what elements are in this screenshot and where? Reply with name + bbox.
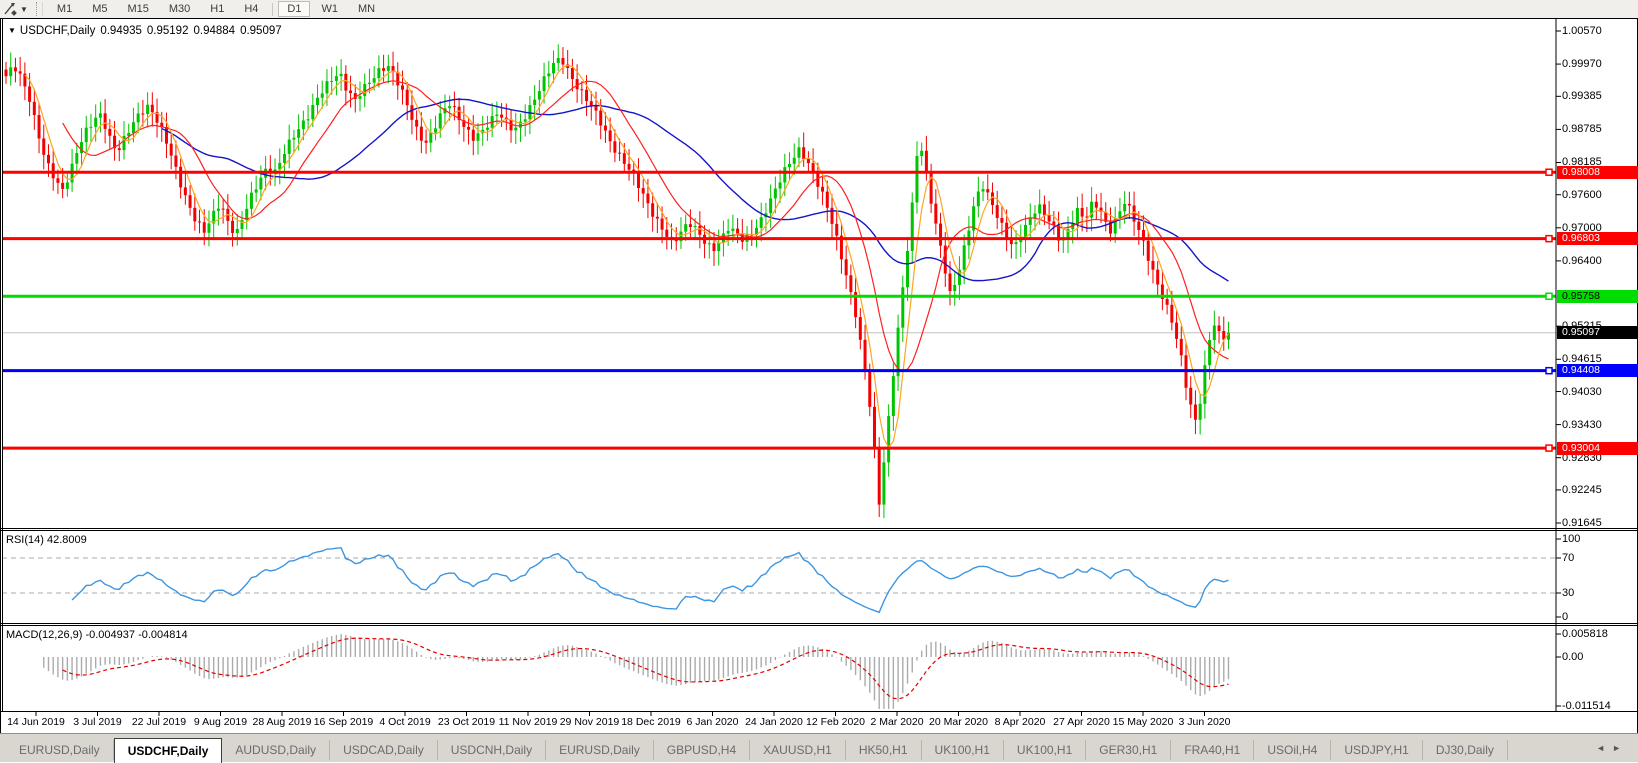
chart-tab-audusd-daily[interactable]: AUDUSD,Daily xyxy=(222,740,331,760)
rsi-axis-label: 100 xyxy=(1562,533,1581,545)
chart-tab-gbpusd-h4[interactable]: GBPUSD,H4 xyxy=(654,740,751,760)
chart-tab-xauusd-h1[interactable]: XAUUSD,H1 xyxy=(750,740,846,760)
ohlc-close: 0.95097 xyxy=(240,25,282,37)
y-axis-tick-label: 0.98785 xyxy=(1562,123,1602,136)
chart-tab-uk100-h1[interactable]: UK100,H1 xyxy=(1004,740,1087,760)
chart-dropdown-icon[interactable]: ▼ xyxy=(8,26,16,35)
rsi-axis-label: 70 xyxy=(1562,552,1575,564)
rsi-panel[interactable] xyxy=(2,531,1556,623)
y-axis-tick-label: 0.91645 xyxy=(1562,516,1602,529)
price-level-badge[interactable]: 0.98008 xyxy=(1557,165,1638,179)
macd-axis-label: 0.005818 xyxy=(1562,628,1608,640)
y-axis-tick-label: 0.94030 xyxy=(1562,385,1602,398)
y-axis-tick-label: 0.93430 xyxy=(1562,418,1602,431)
chart-tab-usoil-h4[interactable]: USOil,H4 xyxy=(1254,740,1332,760)
chart-symbol-label: USDCHF,Daily xyxy=(19,25,96,37)
macd-panel[interactable] xyxy=(2,626,1556,711)
rsi-axis-label: 0 xyxy=(1562,611,1569,623)
price-level-badge[interactable]: 0.96803 xyxy=(1557,232,1638,246)
chart-tab-usdcnh-daily[interactable]: USDCNH,Daily xyxy=(438,740,547,760)
chart-tab-usdjpy-h1[interactable]: USDJPY,H1 xyxy=(1331,740,1423,760)
chart-tabs: EURUSD,Daily USDCHF,Daily AUDUSD,Daily USDC… xyxy=(6,734,1508,763)
macd-axis-label: 0.00 xyxy=(1562,651,1584,663)
main-chart-panel[interactable] xyxy=(2,18,1556,528)
tab-scroll-right-icon[interactable]: ► xyxy=(1612,743,1628,753)
x-axis-date-label: 3 Jun 2020 xyxy=(1178,716,1231,728)
chart-tab-fra40-h1[interactable]: FRA40,H1 xyxy=(1171,740,1255,760)
chart-tab-usdcad-daily[interactable]: USDCAD,Daily xyxy=(330,740,438,760)
chart-tab-eurusd-daily[interactable]: EURUSD,Daily xyxy=(6,740,114,760)
price-level-badge[interactable]: 0.93004 xyxy=(1557,441,1638,455)
y-axis-tick-label: 0.97600 xyxy=(1562,188,1602,201)
price-level-badge[interactable]: 0.94408 xyxy=(1557,364,1638,378)
chart-tab-eurusd-daily[interactable]: EURUSD,Daily xyxy=(546,740,654,760)
y-axis-tick-label: 0.99385 xyxy=(1562,90,1602,103)
y-axis-tick-label: 0.99970 xyxy=(1562,58,1602,71)
y-axis-tick-label: 0.92245 xyxy=(1562,483,1602,496)
chart-tab-hk50-h1[interactable]: HK50,H1 xyxy=(846,740,922,760)
y-axis-tick-label: 1.00570 xyxy=(1562,25,1602,37)
tab-scroll-left-icon[interactable]: ◄ xyxy=(1596,743,1612,753)
macd-label: MACD(12,26,9) -0.004937 -0.004814 xyxy=(6,629,188,641)
ohlc-high: 0.95192 xyxy=(146,25,189,37)
ohlc-low: 0.94884 xyxy=(193,25,236,37)
macd-axis-label: -0.011514 xyxy=(1562,700,1611,712)
chart-title: ▼ USDCHF,Daily 0.94935 0.95192 0.94884 0.9509… xyxy=(8,25,282,37)
chart-tab-ger30-h1[interactable]: GER30,H1 xyxy=(1086,740,1172,760)
rsi-axis-label: 30 xyxy=(1562,587,1575,599)
chart-tab-bar: EURUSD,Daily USDCHF,Daily AUDUSD,Daily USDC… xyxy=(0,733,1638,763)
price-level-badge[interactable]: 0.95758 xyxy=(1557,289,1638,303)
current-price-badge: 0.95097 xyxy=(1557,326,1638,340)
y-axis-tick-label: 0.96400 xyxy=(1562,254,1602,267)
chart-tab-usdchf-daily[interactable]: USDCHF,Daily xyxy=(113,738,223,763)
rsi-label: RSI(14) 42.8009 xyxy=(6,534,87,546)
terminal-window: { "toolbar": { "timeframes": ["M1","M5",… xyxy=(0,0,1638,763)
ohlc-open: 0.94935 xyxy=(100,25,142,37)
tab-scroll-nav: ◄► xyxy=(1596,743,1628,753)
chart-tab-dj30-daily[interactable]: DJ30,Daily xyxy=(1423,740,1508,760)
chart-tab-uk100-h1[interactable]: UK100,H1 xyxy=(922,740,1004,760)
